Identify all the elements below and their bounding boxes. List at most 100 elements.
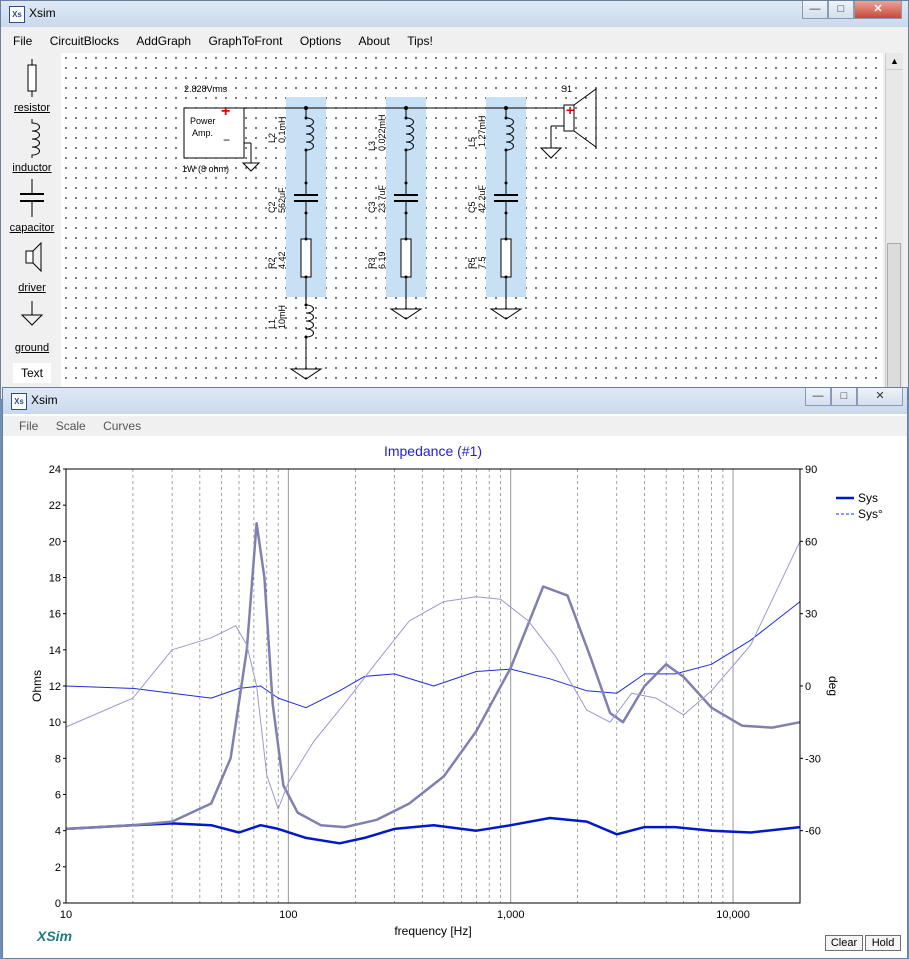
x-axis-label: frequency [Hz] [394,924,471,938]
menu-tips[interactable]: Tips! [407,31,433,48]
y-tick-label: 2 [55,862,61,874]
x-tick-label: 1,000 [497,909,525,921]
graph-menu-curves[interactable]: Curves [103,416,141,433]
y-tick-label: 22 [49,500,61,512]
c2-label: C2 562uF [267,187,287,213]
toolbox-driver-label: driver [18,282,46,294]
toolbox-driver[interactable]: driver [9,237,55,294]
menu-file[interactable]: File [13,31,32,48]
graph-menu-scale[interactable]: Scale [56,416,86,433]
l5-ref: L5 [467,136,477,147]
app-icon: Xs [9,6,25,23]
graph-minimize-button[interactable]: — [805,388,831,406]
toolbox-ground[interactable]: ground [9,297,55,354]
schematic-scrollbar[interactable]: ▲ [885,53,903,393]
y2-tick-label: -30 [805,753,821,765]
y-tick-label: 18 [49,573,61,585]
toolbox-resistor[interactable]: resistor [9,57,55,114]
l3-label: L3 0.022mH [367,114,387,151]
y-tick-label: 6 [55,790,61,802]
x-tick-label: 10 [60,909,72,921]
driver-plus: + [566,102,575,118]
x-tick-label: 10,000 [716,909,750,921]
graph-app-icon: Xs [11,393,27,410]
scroll-up-arrow-icon[interactable]: ▲ [886,53,903,70]
r2-ref: R2 [267,257,277,269]
chart-title: Impedance (#1) [384,443,482,459]
l2-ref: L2 [267,132,277,143]
menu-graphtofront[interactable]: GraphToFront [208,31,282,48]
toolbox: resistor inductor capacitor driver groun… [9,53,59,393]
graph-close-button[interactable]: ✕ [857,388,903,406]
y2-tick-label: 0 [805,681,811,693]
graph-titlebar: Xs Xsim — □ ✕ [3,388,907,414]
close-button[interactable]: ✕ [854,1,902,19]
minimize-button[interactable]: — [802,1,828,19]
r3-label: R3 6.19 [367,251,387,269]
series-line-held-3 [65,541,801,810]
y-tick-label: 24 [49,464,61,476]
c3-ref: C3 [367,201,377,213]
menu-options[interactable]: Options [300,31,341,48]
hold-button[interactable]: Hold [865,935,901,951]
driver-ref: S1 [561,84,573,94]
menu-addgraph[interactable]: AddGraph [136,31,191,48]
power-amp-label-2: Amp. [192,128,214,138]
clear-button[interactable]: Clear [825,935,863,951]
graph-window-title: Xsim [31,393,58,407]
toolbox-resistor-label: resistor [13,102,51,114]
y2-tick-label: 90 [805,464,817,476]
menu-about[interactable]: About [359,31,390,48]
c5-value: 42.2uF [477,184,487,213]
l1-ref: L1 [267,318,277,329]
l1-label: L1 10mH [267,305,287,329]
main-titlebar: Xs Xsim — □ ✕ [1,1,908,27]
brand-label: XSim [37,928,73,944]
graph-window: Xs Xsim — □ ✕ File Scale Curves Impedanc… [2,387,908,959]
y-tick-label: 14 [49,645,61,657]
schematic-canvas[interactable]: 2.828Vrms Power Amp. + − 1W (8 ohm) S1 +… [61,53,883,393]
driver-icon [25,241,42,273]
r5-ref: R5 [467,257,477,269]
series-line-sys [65,816,801,845]
toolbox-text[interactable]: Text [13,363,51,383]
y-tick-label: 8 [55,753,61,765]
y-tick-label: 4 [55,826,61,838]
toolbox-inductor-label: inductor [12,162,52,174]
c3-value: 23.7uF [377,184,387,213]
legend-label: Sys [858,491,878,505]
impedance-chart[interactable]: Impedance (#1)024681012141618202224-60-3… [3,436,907,956]
main-window: Xs Xsim — □ ✕ File CircuitBlocks AddGrap… [0,0,909,400]
y2-tick-label: 30 [805,609,817,621]
r3-ref: R3 [367,257,377,269]
c3-label: C3 23.7uF [367,185,387,213]
y-tick-label: 12 [49,681,61,693]
r5-label: R5 7.5 [467,256,487,269]
c5-ref: C5 [467,201,477,213]
graph-menubar: File Scale Curves [3,416,907,436]
series-line-sys [65,601,801,709]
r2-value: 4.42 [277,251,287,269]
power-amp-minus: − [223,133,231,147]
graph-menu-file[interactable]: File [19,416,38,433]
y-tick-label: 10 [49,717,61,729]
scroll-thumb[interactable] [887,243,901,391]
l1-value: 10mH [277,304,287,329]
l3-ref: L3 [367,140,377,151]
c5-label: C5 42.2uF [467,185,487,213]
power-amp-plus: + [221,103,231,120]
l3-value: 0.022mH [377,114,387,151]
l5-value: 1.27mH [477,115,487,147]
y2-tick-label: -60 [805,826,821,838]
y2-axis-label: deg [826,676,840,696]
toolbox-text-label: Text [20,366,43,380]
power-amp-label-1: Power [190,116,216,126]
maximize-button[interactable]: □ [828,1,854,19]
schematic-wires [183,88,597,380]
c2-ref: C2 [267,201,277,213]
main-window-title: Xsim [29,6,56,20]
toolbox-capacitor[interactable]: capacitor [9,177,55,234]
graph-maximize-button[interactable]: □ [831,388,857,406]
menu-circuitblocks[interactable]: CircuitBlocks [50,31,119,48]
toolbox-inductor[interactable]: inductor [9,117,55,174]
